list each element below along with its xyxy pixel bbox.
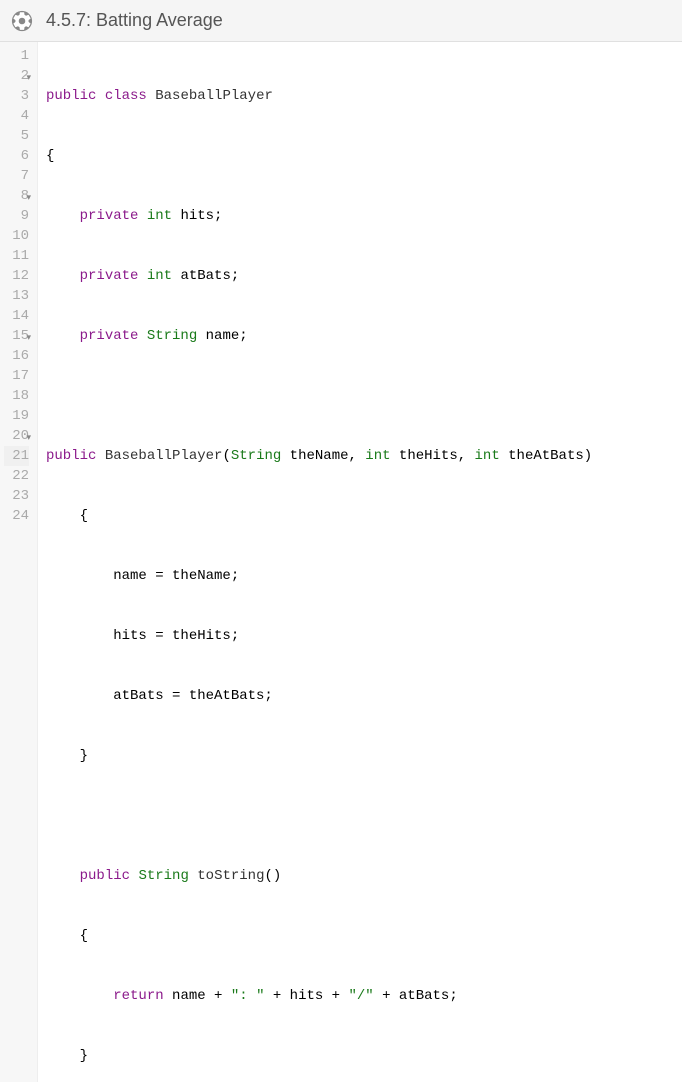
- header-bar: 4.5.7: Batting Average: [0, 0, 682, 42]
- gutter-line: 11: [4, 246, 29, 266]
- gutter-line: 4: [4, 106, 29, 126]
- gutter-line: 24: [4, 506, 29, 526]
- code-line[interactable]: [46, 806, 682, 826]
- code-line[interactable]: }: [46, 746, 682, 766]
- code-line[interactable]: private int hits;: [46, 206, 682, 226]
- gutter-line: 1: [4, 46, 29, 66]
- code-line[interactable]: }: [46, 1046, 682, 1066]
- gutter-line: 5: [4, 126, 29, 146]
- fold-icon[interactable]: ▾: [26, 328, 31, 348]
- code-line[interactable]: {: [46, 146, 682, 166]
- code-line[interactable]: hits = theHits;: [46, 626, 682, 646]
- gutter-line: 2▾: [4, 66, 29, 86]
- gutter-line: 12: [4, 266, 29, 286]
- fold-icon[interactable]: ▾: [26, 68, 31, 88]
- gutter-line: 23: [4, 486, 29, 506]
- code-editor[interactable]: 1 2▾ 3 4 5 6 7 8▾ 9 10 11 12 13 14 15▾ 1…: [0, 42, 682, 1082]
- code-area[interactable]: public class BaseballPlayer { private in…: [38, 42, 682, 1082]
- code-line[interactable]: {: [46, 506, 682, 526]
- gutter-line: 18: [4, 386, 29, 406]
- code-line[interactable]: public class BaseballPlayer: [46, 86, 682, 106]
- gutter-line: 9: [4, 206, 29, 226]
- code-line[interactable]: public String toString(): [46, 866, 682, 886]
- gutter-line: 19: [4, 406, 29, 426]
- gutter-line: 6: [4, 146, 29, 166]
- gutter-line: 17: [4, 366, 29, 386]
- code-line[interactable]: [46, 386, 682, 406]
- gutter-line: 20▾: [4, 426, 29, 446]
- gutter-line: 8▾: [4, 186, 29, 206]
- code-line[interactable]: name = theName;: [46, 566, 682, 586]
- code-line[interactable]: atBats = theAtBats;: [46, 686, 682, 706]
- fold-icon[interactable]: ▾: [26, 428, 31, 448]
- gutter-line: 3: [4, 86, 29, 106]
- code-line[interactable]: private int atBats;: [46, 266, 682, 286]
- page-title: 4.5.7: Batting Average: [46, 10, 223, 31]
- gutter-line: 21: [4, 446, 29, 466]
- gutter-line: 16: [4, 346, 29, 366]
- code-line[interactable]: return name + ": " + hits + "/" + atBats…: [46, 986, 682, 1006]
- gutter-line: 15▾: [4, 326, 29, 346]
- gutter-line: 7: [4, 166, 29, 186]
- code-line[interactable]: {: [46, 926, 682, 946]
- gear-icon[interactable]: [10, 9, 34, 33]
- gutter-line: 22: [4, 466, 29, 486]
- gutter-line: 13: [4, 286, 29, 306]
- code-line[interactable]: public BaseballPlayer(String theName, in…: [46, 446, 682, 466]
- line-gutter: 1 2▾ 3 4 5 6 7 8▾ 9 10 11 12 13 14 15▾ 1…: [0, 42, 38, 1082]
- gutter-line: 14: [4, 306, 29, 326]
- fold-icon[interactable]: ▾: [26, 188, 31, 208]
- code-line[interactable]: private String name;: [46, 326, 682, 346]
- gutter-line: 10: [4, 226, 29, 246]
